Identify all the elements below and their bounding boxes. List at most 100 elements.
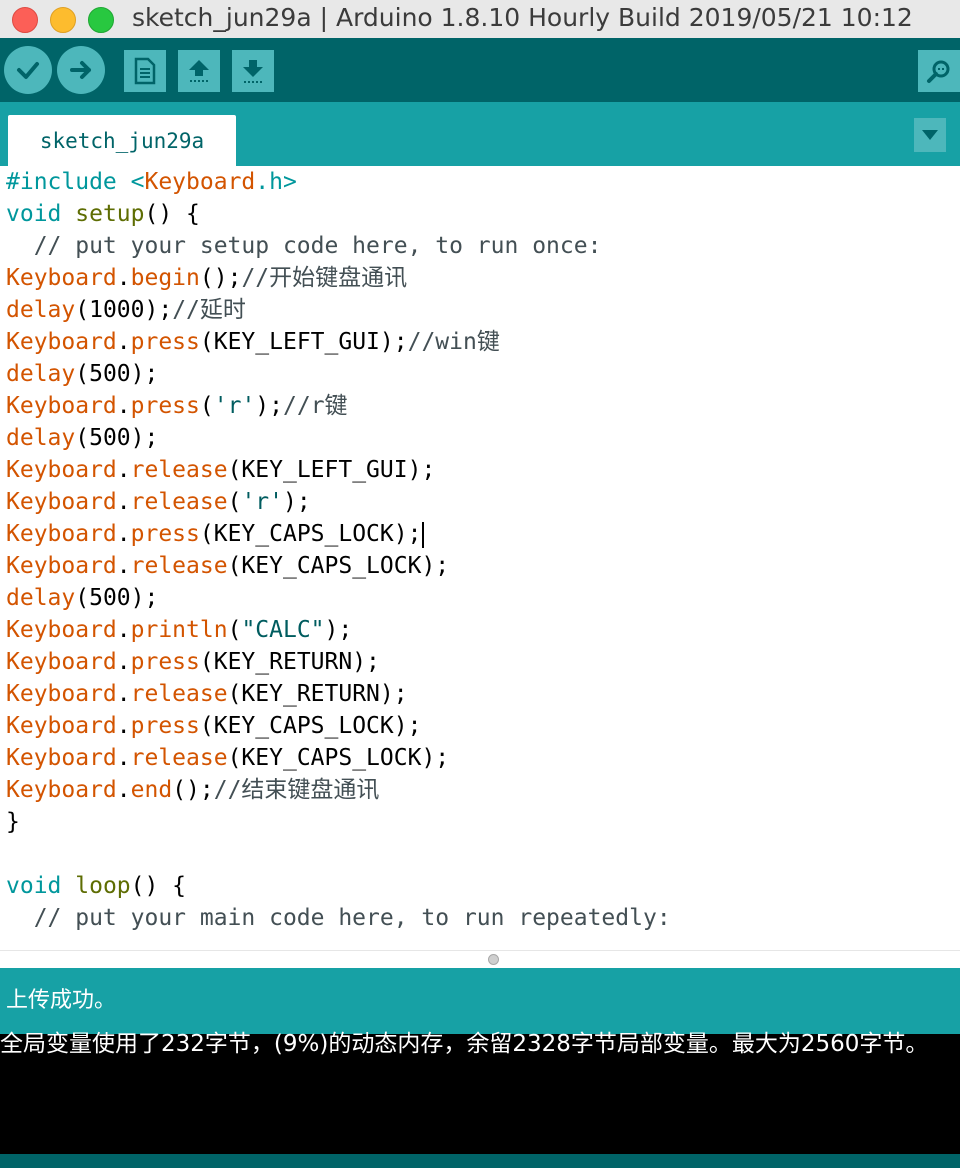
code-text[interactable]: #include <Keyboard.h> void setup() { // p…: [6, 166, 671, 934]
code-line[interactable]: delay(500);: [6, 358, 671, 390]
code-token: //win键: [407, 329, 500, 355]
code-token: Keyboard: [6, 777, 117, 803]
code-token: (KEY_CAPS_LOCK);: [227, 553, 450, 579]
code-token: release: [130, 457, 228, 483]
tab-sketch[interactable]: sketch_jun29a: [8, 115, 236, 166]
code-token: Keyboard: [6, 521, 117, 547]
code-line[interactable]: // put your setup code here, to run once…: [6, 230, 671, 262]
code-token: .: [116, 713, 131, 739]
code-token: .: [116, 617, 131, 643]
code-line[interactable]: Keyboard.press(KEY_CAPS_LOCK);: [6, 710, 671, 742]
code-token: .: [116, 329, 131, 355]
code-token: Keyboard: [6, 617, 117, 643]
splitter-handle[interactable]: [488, 954, 499, 965]
code-token: (500);: [75, 425, 159, 451]
code-editor[interactable]: #include <Keyboard.h> void setup() { // p…: [0, 166, 960, 950]
code-token: Keyboard: [6, 329, 117, 355]
code-token: void: [6, 873, 62, 899]
checkmark-icon: [17, 62, 39, 79]
code-token: (KEY_RETURN);: [199, 649, 380, 675]
code-token: //延时: [172, 297, 246, 323]
code-token: Keyboard: [6, 265, 117, 291]
code-line[interactable]: // put your main code here, to run repea…: [6, 902, 671, 934]
code-token: (KEY_CAPS_LOCK);: [199, 521, 422, 547]
code-line[interactable]: Keyboard.begin();//开始键盘通讯: [6, 262, 671, 294]
console-line: 全局变量使用了232字节，(9%)的动态内存，余留2328字节局部变量。最大为2…: [0, 1031, 929, 1057]
code-token: Keyboard: [6, 457, 117, 483]
code-token: );: [255, 393, 283, 419]
code-token: 'r': [241, 489, 283, 515]
tab-strip: sketch_jun29a: [0, 102, 960, 166]
arrow-right-icon: [70, 61, 91, 79]
code-token: ();: [199, 265, 242, 291]
code-token: end: [130, 777, 173, 803]
triangle-down-icon: [922, 130, 938, 140]
code-token: //开始键盘通讯: [241, 265, 408, 291]
code-token: .: [116, 553, 131, 579]
code-line[interactable]: void setup() {: [6, 198, 671, 230]
code-token: press: [130, 329, 200, 355]
code-token: (KEY_RETURN);: [227, 681, 408, 707]
code-line[interactable]: Keyboard.release(KEY_RETURN);: [6, 678, 671, 710]
code-line[interactable]: }: [6, 806, 671, 838]
verify-button[interactable]: [4, 46, 52, 94]
code-token: );: [324, 617, 353, 643]
code-line[interactable]: delay(1000);//延时: [6, 294, 671, 326]
code-line[interactable]: [6, 838, 671, 870]
new-sketch-button[interactable]: [124, 50, 166, 92]
code-token: Keyboard: [6, 649, 117, 675]
window-title: sketch_jun29a | Arduino 1.8.10 Hourly Bu…: [132, 3, 913, 32]
code-token: release: [130, 681, 228, 707]
new-file-icon: [134, 57, 156, 85]
code-token: .h>: [255, 169, 297, 195]
code-token: Keyboard: [6, 681, 117, 707]
code-token: begin: [130, 265, 200, 291]
open-sketch-button[interactable]: [178, 50, 220, 92]
code-token: Keyboard: [6, 745, 117, 771]
close-window-button[interactable]: [12, 7, 38, 33]
code-line[interactable]: Keyboard.press(KEY_LEFT_GUI);//win键: [6, 326, 671, 358]
code-token: .: [116, 777, 131, 803]
code-token: (KEY_CAPS_LOCK);: [199, 713, 422, 739]
toolbar: [0, 38, 960, 102]
code-token: // put your setup code here, to run once…: [6, 233, 602, 259]
code-token: .: [116, 521, 131, 547]
code-token: .: [116, 681, 131, 707]
code-token: delay: [6, 297, 76, 323]
code-line[interactable]: void loop() {: [6, 870, 671, 902]
code-line[interactable]: Keyboard.release(KEY_CAPS_LOCK);: [6, 742, 671, 774]
code-token: Keyboard: [6, 713, 117, 739]
code-token: delay: [6, 425, 76, 451]
code-line[interactable]: Keyboard.press(KEY_CAPS_LOCK);: [6, 518, 671, 550]
code-line[interactable]: Keyboard.end();//结束键盘通讯: [6, 774, 671, 806]
code-token: .: [116, 393, 131, 419]
code-line[interactable]: Keyboard.release(KEY_CAPS_LOCK);: [6, 550, 671, 582]
code-line[interactable]: Keyboard.press('r');//r键: [6, 390, 671, 422]
editor-console-splitter[interactable]: [0, 950, 960, 969]
code-line[interactable]: delay(500);: [6, 422, 671, 454]
code-token: Keyboard: [6, 393, 117, 419]
code-line[interactable]: Keyboard.press(KEY_RETURN);: [6, 646, 671, 678]
code-line[interactable]: #include <Keyboard.h>: [6, 166, 671, 198]
code-token: (KEY_LEFT_GUI);: [227, 457, 436, 483]
code-token: delay: [6, 585, 76, 611]
code-line[interactable]: Keyboard.println("CALC");: [6, 614, 671, 646]
code-token: release: [130, 553, 228, 579]
code-token: println: [130, 617, 228, 643]
zoom-window-button[interactable]: [88, 7, 114, 33]
code-line[interactable]: delay(500);: [6, 582, 671, 614]
tab-menu-button[interactable]: [914, 118, 946, 152]
code-token: );: [282, 489, 311, 515]
code-token: .: [116, 745, 131, 771]
code-token: }: [6, 809, 20, 835]
code-line[interactable]: Keyboard.release(KEY_LEFT_GUI);: [6, 454, 671, 486]
code-token: 'r': [213, 393, 256, 419]
code-token: delay: [6, 361, 76, 387]
code-token: (KEY_CAPS_LOCK);: [227, 745, 450, 771]
serial-monitor-button[interactable]: [918, 50, 960, 92]
minimize-window-button[interactable]: [50, 7, 76, 33]
save-sketch-button[interactable]: [232, 50, 274, 92]
code-line[interactable]: Keyboard.release('r');: [6, 486, 671, 518]
upload-button[interactable]: [57, 46, 105, 94]
